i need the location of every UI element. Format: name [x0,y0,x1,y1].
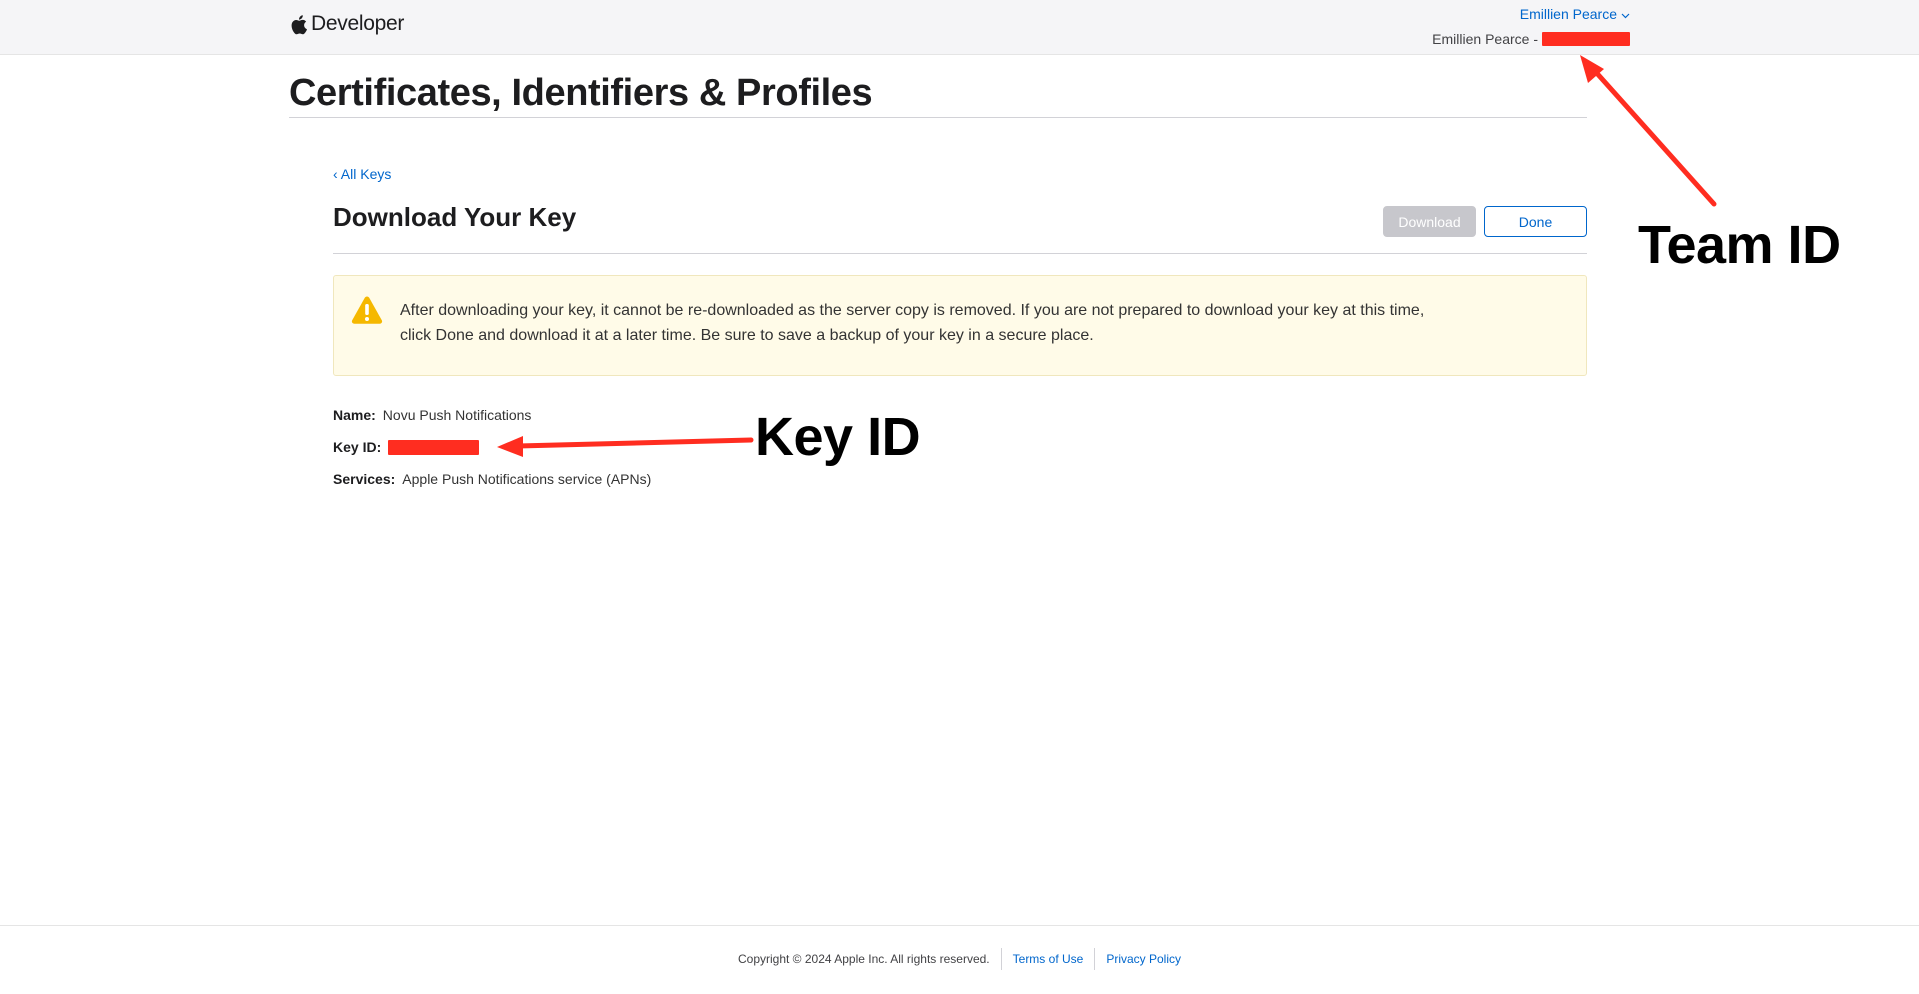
name-value: Novu Push Notifications [382,407,532,423]
name-label: Name: [333,407,376,423]
page-title: Certificates, Identifiers & Profiles [289,72,873,114]
team-id-annotation: Team ID [1638,215,1841,275]
terms-of-use-link[interactable]: Terms of Use [1013,952,1084,966]
section-title: Download Your Key [333,202,577,232]
team-info: Emillien Pearce - [1432,31,1630,47]
detail-name: Name: Novu Push Notifications [333,407,531,423]
team-id-redacted [1542,32,1630,46]
footer: Copyright © 2024 Apple Inc. All rights r… [0,925,1919,994]
all-keys-back-link[interactable]: ‹ All Keys [333,166,391,182]
brand-label: Developer [311,12,405,35]
team-name: Emillien Pearce - [1432,31,1538,47]
key-id-annotation: Key ID [755,407,921,467]
detail-services: Services: Apple Push Notifications servi… [333,471,651,487]
global-header: Developer Emillien Pearce Emillien Pearc… [0,0,1919,55]
footer-separator [1094,948,1096,970]
account-name: Emillien Pearce [1519,6,1617,22]
download-button[interactable]: Download [1383,206,1476,237]
services-value: Apple Push Notifications service (APNs) [402,471,652,487]
key-id-label: Key ID: [333,439,382,455]
key-id-arrow [497,436,754,457]
key-id-redacted [388,439,480,455]
footer-separator [1000,948,1002,970]
account-menu: Emillien Pearce Emillien Pearce - [1432,6,1630,47]
team-id-arrow [1580,55,1717,207]
footer-links: Copyright © 2024 Apple Inc. All rights r… [0,948,1919,970]
annotation-arrows [497,55,1717,457]
apple-logo-icon [290,14,307,35]
done-button[interactable]: Done [1484,206,1587,237]
section-divider [333,253,1587,254]
services-label: Services: [333,471,396,487]
copyright: Copyright © 2024 Apple Inc. All rights r… [737,952,990,966]
detail-key-id: Key ID: [333,439,480,455]
account-name-dropdown[interactable]: Emillien Pearce [1520,6,1630,22]
warning-text: After downloading your key, it cannot be… [400,302,1425,344]
chevron-down-icon [1621,6,1630,22]
warning-banner: After downloading your key, it cannot be… [333,275,1587,376]
privacy-policy-link[interactable]: Privacy Policy [1106,952,1181,966]
developer-home-link[interactable]: Developer [290,12,404,36]
title-divider [289,117,1587,118]
